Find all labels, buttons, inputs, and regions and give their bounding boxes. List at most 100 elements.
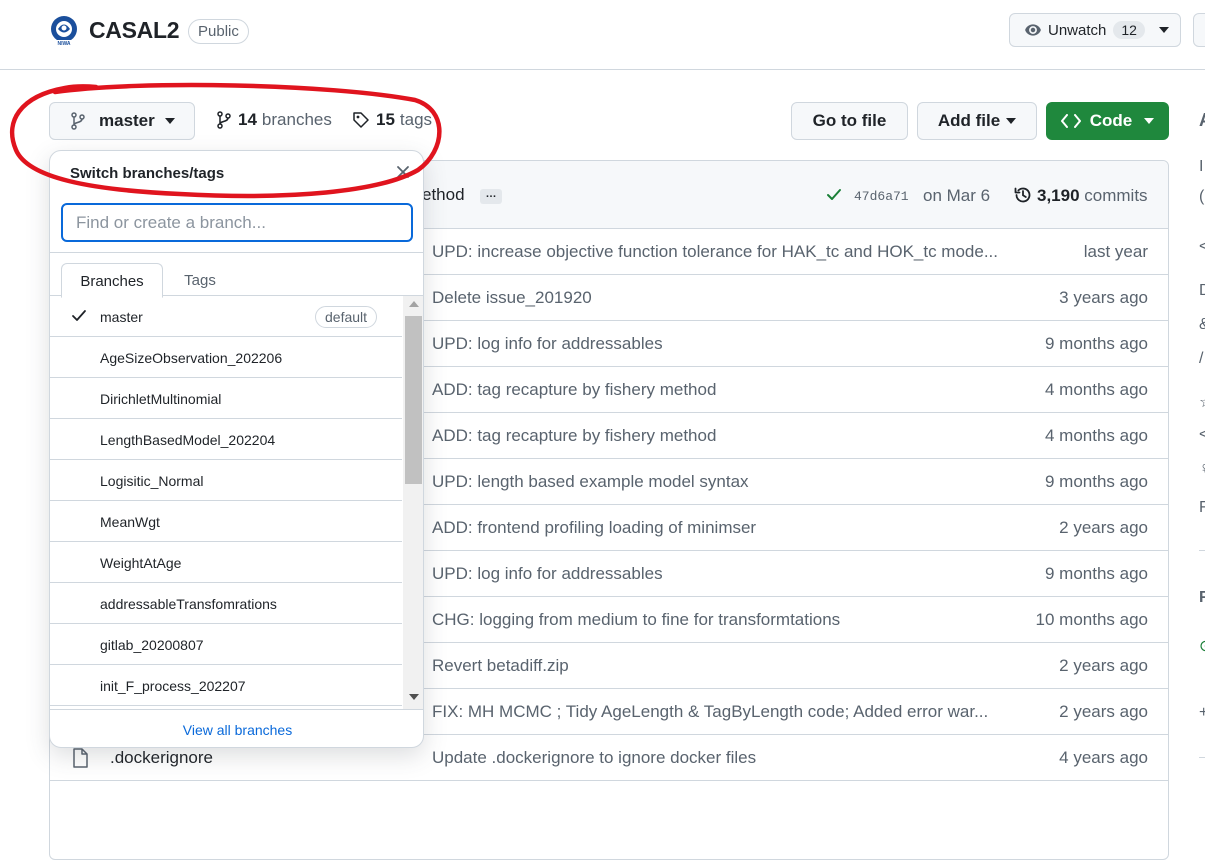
file-commit-age: 4 months ago (1044, 426, 1148, 445)
file-commit-age: last year (1083, 242, 1148, 261)
branch-item[interactable]: WeightAtAge (50, 542, 402, 583)
repo-header: NIWA CASAL2 Public Unwatch 12 (0, 0, 1205, 70)
niwa-logo-icon[interactable]: NIWA (48, 14, 80, 46)
sidebar-activity-icon[interactable]: / (1199, 350, 1205, 368)
branch-name: AgeSizeObservation_202206 (100, 350, 283, 366)
branch-name: DirichletMultinomial (100, 391, 222, 407)
sidebar-releases-heading: F (1199, 589, 1205, 606)
file-name[interactable]: .dockerignore (110, 748, 213, 768)
code-label: Code (1089, 111, 1133, 130)
branch-item[interactable]: addressableTransfomrations (50, 583, 402, 624)
file-commit-message[interactable]: Delete issue_201920 (432, 288, 592, 308)
code-icon (1060, 114, 1081, 128)
chevron-down-icon (1158, 27, 1169, 33)
commit-count-label: commits (1084, 186, 1148, 205)
sidebar-readme-icon[interactable]: D (1199, 282, 1205, 300)
commit-date[interactable]: on Mar 6 (923, 186, 990, 206)
file-commit-message[interactable]: FIX: MH MCMC ; Tidy AgeLength & TagByLen… (432, 702, 988, 722)
eye-icon (1025, 24, 1041, 36)
branch-search-input[interactable] (61, 203, 413, 242)
visibility-badge: Public (188, 19, 249, 44)
commit-sha[interactable]: 47d6a71 (854, 189, 909, 204)
sidebar-link-icon[interactable]: < (1199, 238, 1205, 256)
chevron-down-icon (1006, 118, 1017, 124)
branch-item[interactable]: DirichletMultinomial (50, 378, 402, 419)
check-icon (72, 310, 86, 321)
tags-count: 15 (376, 110, 395, 129)
scroll-up-arrow-icon[interactable] (409, 301, 419, 307)
scrollbar-thumb[interactable] (405, 316, 422, 484)
go-to-file-button[interactable]: Go to file (791, 102, 908, 140)
branch-item[interactable]: gitlab_20200807 (50, 624, 402, 665)
commit-count: 3,190 (1037, 186, 1080, 205)
add-file-button[interactable]: Add file (917, 102, 1037, 140)
branch-list[interactable]: master default AgeSizeObservation_202206… (50, 296, 402, 709)
branch-item[interactable]: MeanWgt (50, 501, 402, 542)
chevron-down-icon (1144, 118, 1155, 124)
file-commit-message[interactable]: UPD: length based example model syntax (432, 472, 749, 492)
watch-count: 12 (1113, 21, 1145, 39)
sidebar-report-link[interactable]: F (1199, 499, 1205, 517)
sidebar-divider (1199, 550, 1205, 551)
file-commit-age: 10 months ago (1035, 610, 1148, 629)
current-branch-label: master (99, 111, 155, 130)
latest-commit-message[interactable]: ethod (422, 185, 465, 205)
branches-link[interactable]: 14 branches (216, 110, 332, 130)
history-icon (1014, 187, 1031, 203)
file-commit-message[interactable]: ADD: frontend profiling loading of minim… (432, 518, 756, 538)
file-commit-message[interactable]: ADD: tag recapture by fishery method (432, 380, 716, 400)
file-commit-message[interactable]: UPD: log info for addressables (432, 564, 663, 584)
git-branch-icon (217, 111, 231, 129)
sidebar-divider (1199, 757, 1205, 758)
repo-name[interactable]: CASAL2 (89, 17, 180, 44)
file-commit-message[interactable]: CHG: logging from medium to fine for tra… (432, 610, 840, 630)
file-commit-age: 4 months ago (1044, 380, 1148, 399)
tags-label: tags (399, 110, 433, 129)
file-commit-age: 9 months ago (1044, 564, 1148, 583)
view-all-branches-link[interactable]: View all branches (50, 709, 423, 747)
tag-icon (353, 112, 369, 128)
code-button[interactable]: Code (1046, 102, 1169, 140)
file-icon (73, 748, 88, 768)
commits-link[interactable]: 3,190 commits (1037, 186, 1148, 206)
sidebar-license-icon[interactable]: & (1199, 316, 1205, 334)
branch-switcher-dropdown: Switch branches/tags Branches Tags maste… (49, 150, 424, 748)
branch-item[interactable]: init_F_process_202207 (50, 665, 402, 706)
fork-button[interactable] (1193, 13, 1205, 47)
branch-item[interactable]: LengthBasedModel_202204 (50, 419, 402, 460)
branch-name: WeightAtAge (100, 555, 182, 571)
branch-item[interactable]: AgeSizeObservation_202206 (50, 337, 402, 378)
close-icon[interactable] (395, 164, 411, 180)
file-commit-age: 9 months ago (1044, 472, 1148, 491)
sidebar-watch-icon[interactable]: < (1199, 426, 1205, 444)
branch-list-scrollbar[interactable] (403, 296, 423, 709)
unwatch-button[interactable]: Unwatch 12 (1009, 13, 1181, 47)
file-commit-age: 2 years ago (1059, 656, 1148, 675)
branch-item[interactable]: Logisitic_Normal (50, 460, 402, 501)
file-commit-message[interactable]: UPD: log info for addressables (432, 334, 663, 354)
check-icon[interactable] (826, 188, 842, 202)
add-file-label: Add file (937, 111, 1001, 130)
sidebar-release-icon[interactable]: ⊙ (1199, 636, 1205, 656)
sidebar-more-icon[interactable]: + (1199, 704, 1205, 722)
sidebar-star-icon[interactable]: ☆ (1199, 392, 1205, 412)
scroll-down-arrow-icon[interactable] (409, 694, 419, 700)
file-commit-age: 2 years ago (1059, 702, 1148, 721)
branch-name: LengthBasedModel_202204 (100, 432, 276, 448)
branch-select-button[interactable]: master (49, 102, 195, 140)
file-commit-message[interactable]: Revert betadiff.zip (432, 656, 569, 676)
file-commit-age: 4 years ago (1059, 748, 1148, 767)
file-commit-message[interactable]: ADD: tag recapture by fishery method (432, 426, 716, 446)
tab-branches[interactable]: Branches (61, 263, 163, 298)
sidebar-fork-icon[interactable]: ♀ (1199, 460, 1205, 478)
file-commit-message[interactable]: Update .dockerignore to ignore docker fi… (432, 748, 756, 768)
tab-tags[interactable]: Tags (167, 264, 233, 297)
branch-name: Logisitic_Normal (100, 473, 204, 489)
branches-count: 14 (238, 110, 257, 129)
file-commit-message[interactable]: UPD: increase objective function toleran… (432, 242, 998, 262)
tags-link[interactable]: 15 tags (352, 110, 432, 130)
branch-name: MeanWgt (100, 514, 160, 530)
expand-commit-button[interactable]: … (480, 189, 502, 204)
unwatch-label: Unwatch (1048, 21, 1107, 39)
branch-item[interactable]: master default (50, 296, 402, 337)
